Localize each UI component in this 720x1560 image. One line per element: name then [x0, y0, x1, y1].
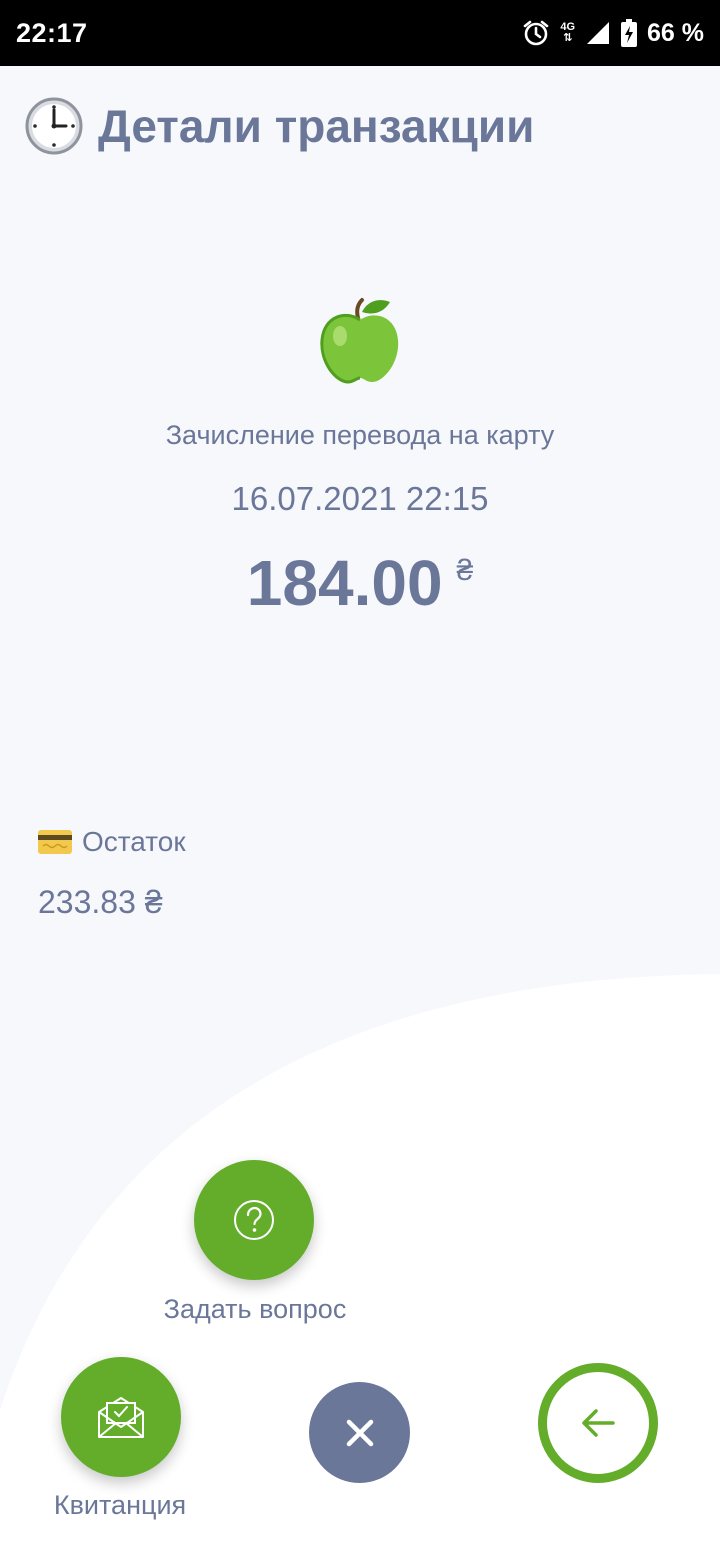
balance-value: 233.83 ₴	[38, 884, 163, 920]
ask-question-button[interactable]	[194, 1160, 314, 1280]
transaction-amount-row: 184.00 ₴	[0, 546, 720, 620]
status-icons: 4G ⇅ 66 %	[522, 19, 704, 48]
transaction-amount: 184.00	[246, 547, 443, 619]
status-time: 22:17	[16, 17, 88, 48]
receipt-label[interactable]: Квитанция	[20, 1490, 220, 1521]
network-4g-icon: 4G ⇅	[560, 22, 575, 44]
transaction-datetime: 16.07.2021 22:15	[231, 480, 489, 517]
balance-label: Остаток	[82, 826, 186, 857]
question-icon	[234, 1200, 274, 1240]
battery-percent: 66 %	[647, 18, 704, 47]
transaction-description: Зачисление перевода на карту	[165, 420, 555, 450]
balance-label-row: Остаток	[38, 826, 186, 858]
data-arrows-icon: ⇅	[563, 32, 573, 44]
arrow-left-icon	[582, 1409, 615, 1437]
clock-icon	[25, 97, 83, 155]
page-header: Детали транзакции	[24, 96, 534, 156]
credit-card-icon	[38, 830, 72, 854]
status-bar: 22:17 4G ⇅ 66 %	[0, 0, 720, 66]
alarm-icon	[524, 20, 549, 46]
ask-question-label[interactable]: Задать вопрос	[120, 1294, 390, 1325]
close-button[interactable]	[309, 1382, 410, 1483]
close-icon	[346, 1419, 373, 1446]
envelope-check-icon	[98, 1397, 144, 1438]
back-button[interactable]	[538, 1363, 658, 1483]
battery-charging-icon	[621, 19, 638, 47]
green-apple-icon	[320, 298, 399, 384]
transaction-currency: ₴	[456, 554, 474, 587]
receipt-button[interactable]	[61, 1357, 181, 1477]
page-title: Детали транзакции	[98, 100, 535, 152]
signal-icon	[587, 22, 610, 44]
